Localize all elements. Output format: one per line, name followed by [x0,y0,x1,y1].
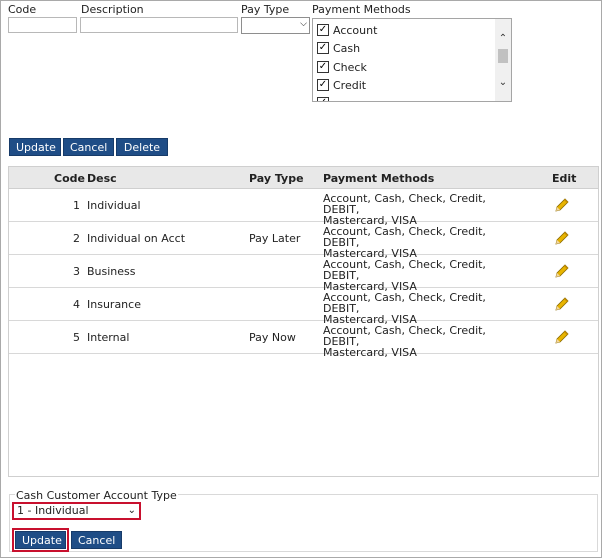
header-edit: Edit [552,172,577,185]
payment-methods-label: Payment Methods [312,3,411,16]
header-desc: Desc [87,172,117,185]
checkbox-partial[interactable]: ✓ [317,97,329,101]
table-row: 2 Individual on Acct Pay Later Account, … [9,222,598,259]
code-input[interactable] [8,17,77,33]
row-pay-type: Pay Now [249,331,296,344]
cash-customer-label: Cash Customer Account Type [15,489,178,502]
row-payment-methods: Account, Cash, Check, Credit, DEBIT, Mas… [323,325,503,358]
table-row: 4 Insurance Account, Cash, Check, Credit… [9,288,598,325]
description-label: Description [81,3,144,16]
row-desc: Individual [87,199,141,212]
pay-type-select[interactable]: ⌵ [241,17,310,34]
row-methods-line1: Account, Cash, Check, Credit, DEBIT, [323,225,486,249]
pencil-icon[interactable] [554,230,570,246]
chevron-down-icon[interactable]: ⌄ [495,75,511,91]
row-methods-line1: Account, Cash, Check, Credit, DEBIT, [323,291,486,315]
payment-method-credit[interactable]: ✓ Credit [317,77,366,93]
row-desc: Business [87,265,136,278]
update-button[interactable]: Update [9,138,61,156]
payment-method-label: Cash [333,41,361,55]
table-row: 5 Internal Pay Now Account, Cash, Check,… [9,321,598,358]
header-payment-methods: Payment Methods [323,172,435,185]
payment-method-next: ✓ [317,95,333,101]
row-code: 1 [73,199,80,212]
row-code: 4 [73,298,80,311]
row-pay-type: Pay Later [249,232,301,245]
pencil-icon[interactable] [554,263,570,279]
description-input[interactable] [80,17,238,33]
row-methods-line1: Account, Cash, Check, Credit, DEBIT, [323,192,486,216]
row-methods-line1: Account, Cash, Check, Credit, DEBIT, [323,258,486,282]
checkbox-check[interactable]: ✓ [317,61,329,73]
chevron-up-icon[interactable]: ⌃ [495,31,511,47]
code-label: Code [8,3,37,16]
pencil-icon[interactable] [554,296,570,312]
window: Code Description Pay Type Payment Method… [0,0,602,558]
checkbox-cash[interactable]: ✓ [317,42,329,54]
scrollbar[interactable]: ⌃ ⌄ [495,19,511,101]
payment-method-label: Account [333,23,378,37]
row-methods-line2: Mastercard, VISA [323,346,417,359]
payment-method-account[interactable]: ✓ Account [317,22,377,38]
cash-customer-selected: 1 - Individual [17,504,89,517]
chevron-down-icon: ⌄ [127,505,136,516]
row-desc: Insurance [87,298,141,311]
payment-method-label: Check [333,60,367,74]
checkbox-account[interactable]: ✓ [317,24,329,36]
row-code: 3 [73,265,80,278]
row-desc: Individual on Acct [87,232,186,245]
payment-method-cash[interactable]: ✓ Cash [317,40,360,56]
row-code: 5 [73,331,80,344]
chevron-down-icon: ⌵ [300,19,307,29]
row-methods-line1: Account, Cash, Check, Credit, DEBIT, [323,324,486,348]
cash-customer-account-type-select[interactable]: 1 - Individual ⌄ [12,502,141,520]
table-header: Code Desc Pay Type Payment Methods Edit [9,167,598,189]
row-desc: Internal [87,331,130,344]
payment-method-label: Credit [333,78,367,92]
pencil-icon[interactable] [554,197,570,213]
pencil-icon[interactable] [554,329,570,345]
header-pay-type: Pay Type [249,172,304,185]
row-code: 2 [73,232,80,245]
delete-button[interactable]: Delete [116,138,168,156]
cash-update-button[interactable]: Update [15,531,66,549]
table-row: 3 Business Account, Cash, Check, Credit,… [9,255,598,292]
payment-methods-list[interactable]: ✓ Account ✓ Cash ✓ Check ✓ Credit ✓ ⌃ ⌄ [312,18,512,102]
cash-cancel-button[interactable]: Cancel [71,531,122,549]
cancel-button[interactable]: Cancel [63,138,114,156]
header-code: Code [54,172,85,185]
account-types-table: Code Desc Pay Type Payment Methods Edit … [8,166,599,477]
pay-type-label: Pay Type [241,3,290,16]
table-row: 1 Individual Account, Cash, Check, Credi… [9,189,598,226]
scroll-thumb[interactable] [498,49,508,63]
checkbox-credit[interactable]: ✓ [317,79,329,91]
payment-method-check[interactable]: ✓ Check [317,59,367,75]
